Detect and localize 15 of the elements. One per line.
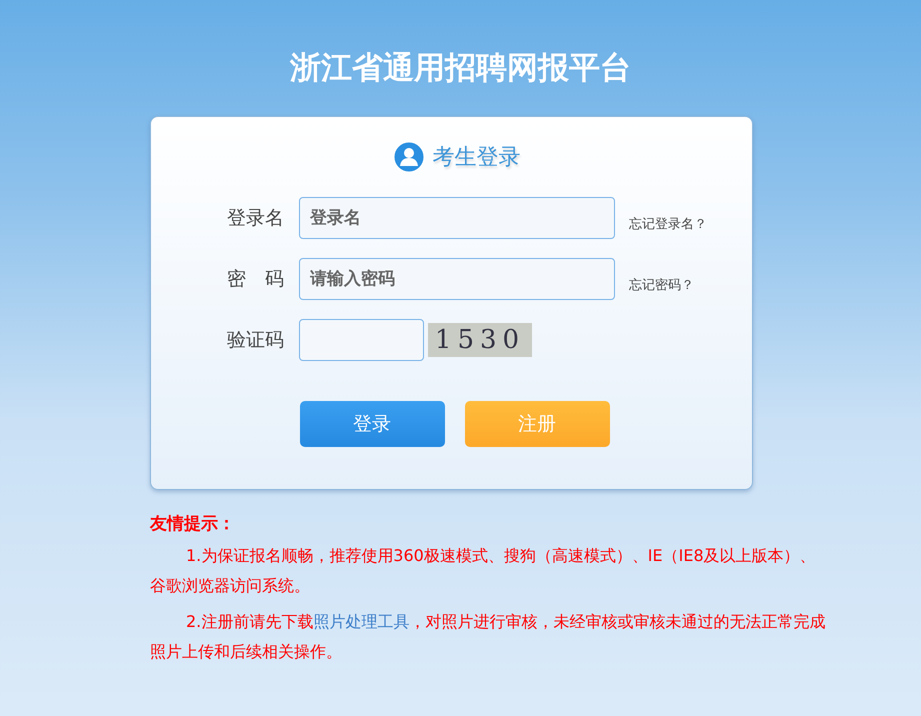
tip-paragraph: 2.注册前请先下载照片处理工具，对照片进行审核，未经审核或审核未通过的无法正常完成照片上传和后续相关操作。 bbox=[150, 611, 826, 663]
forgot-link[interactable]: 忘记密码？ bbox=[629, 276, 694, 294]
tips-heading: 友情提示： bbox=[150, 513, 236, 535]
login-heading: 考生登录 bbox=[432, 144, 520, 172]
field-label: 验证码 bbox=[227, 328, 285, 353]
field-label: 登录名 bbox=[227, 206, 285, 231]
tip-paragraph: 1.为保证报名顺畅，推荐使用360极速模式、搜狗（高速模式）、IE（IE8及以上版本）、谷歌浏览器访问系统。 bbox=[150, 545, 817, 597]
field-label: 密 码 bbox=[227, 267, 285, 292]
forgot-link[interactable]: 忘记登录名？ bbox=[629, 215, 707, 233]
page-title: 浙江省通用招聘网报平台 bbox=[288, 49, 632, 88]
input-field[interactable]: 登录名 bbox=[299, 197, 615, 239]
input-field[interactable]: 请输入密码 bbox=[299, 258, 615, 300]
captcha-image[interactable]: 1530 bbox=[428, 323, 532, 357]
user-icon bbox=[392, 141, 424, 173]
input-field[interactable] bbox=[299, 319, 424, 361]
